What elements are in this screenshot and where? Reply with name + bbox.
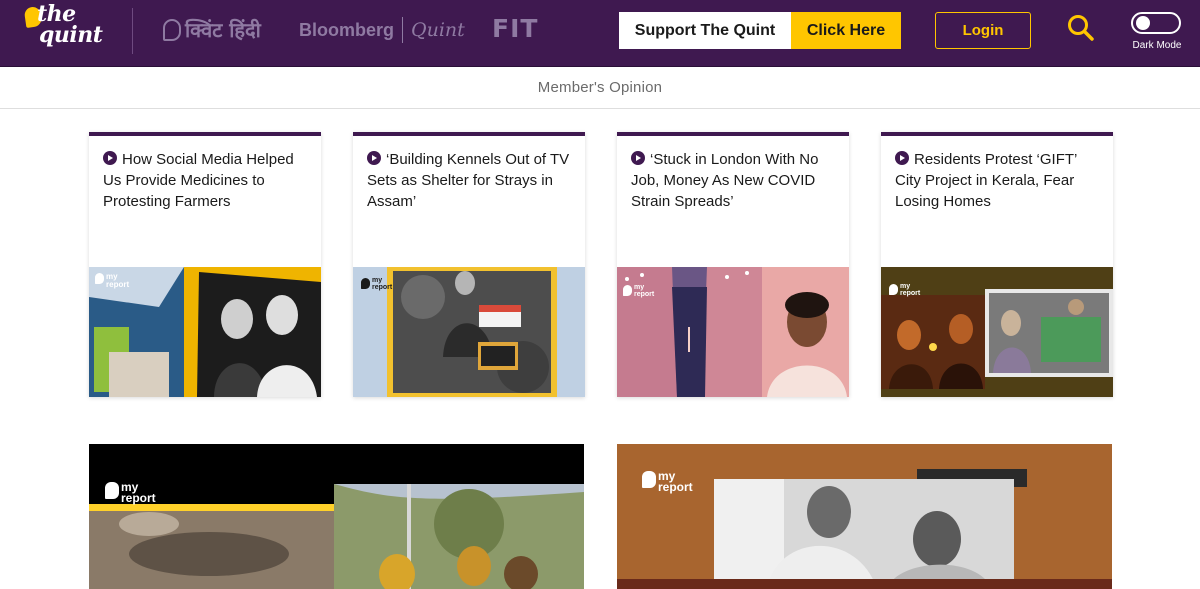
search-icon[interactable] bbox=[1066, 13, 1096, 43]
my-report-badge: my report bbox=[105, 481, 156, 506]
story-thumbnail[interactable]: my report bbox=[617, 267, 849, 397]
my-report-badge: my report bbox=[642, 470, 693, 495]
dark-mode-toggle[interactable] bbox=[1131, 12, 1181, 34]
my-report-bubble-icon bbox=[642, 471, 656, 488]
play-icon bbox=[103, 151, 117, 165]
featured-story-card[interactable]: my report bbox=[617, 444, 1112, 589]
featured-thumbnail-image bbox=[89, 444, 584, 589]
my-report-bubble-icon bbox=[623, 285, 632, 296]
play-icon bbox=[631, 151, 645, 165]
header-divider bbox=[132, 8, 133, 54]
story-card-title[interactable]: Residents Protest ‘GIFT’ City Project in… bbox=[895, 151, 1077, 210]
story-card-title[interactable]: ‘Stuck in London With No Job, Money As N… bbox=[631, 151, 818, 210]
my-report-bubble-icon bbox=[95, 273, 104, 284]
my-report-badge: my report bbox=[361, 277, 393, 291]
login-button[interactable]: Login bbox=[935, 12, 1031, 49]
quint-hindi-label: क्विंट हिंदी bbox=[185, 18, 261, 42]
hindi-logo-icon bbox=[163, 18, 181, 41]
story-card[interactable]: ‘Building Kennels Out of TV Sets as Shel… bbox=[353, 132, 585, 397]
the-quint-logo[interactable]: the quint bbox=[22, 3, 112, 56]
dark-mode-label: Dark Mode bbox=[1132, 40, 1182, 51]
my-report-badge: my report bbox=[889, 283, 921, 297]
my-report-bubble-icon bbox=[361, 278, 370, 289]
my-report-bubble-icon bbox=[105, 482, 119, 499]
logo-text-line2: quint bbox=[39, 22, 103, 48]
story-card[interactable]: How Social Media Helped Us Provide Medic… bbox=[89, 132, 321, 397]
my-report-badge: my report bbox=[95, 273, 129, 288]
story-card-title[interactable]: ‘Building Kennels Out of TV Sets as Shel… bbox=[367, 151, 569, 210]
my-report-badge: my report bbox=[623, 284, 655, 298]
badge-line2: report bbox=[372, 283, 393, 291]
top-header: the quint क्विंट हिंदी Bloomberg Quint F… bbox=[0, 0, 1200, 67]
section-header: Member's Opinion bbox=[0, 67, 1200, 109]
play-icon bbox=[895, 151, 909, 165]
story-thumbnail[interactable]: my report bbox=[353, 267, 585, 397]
story-thumbnail[interactable]: my report bbox=[881, 267, 1113, 397]
my-report-bubble-icon bbox=[889, 284, 898, 295]
badge-line2: report bbox=[634, 290, 655, 298]
fit-label: FIT bbox=[492, 14, 539, 43]
support-the-quint-button[interactable]: Support The Quint bbox=[619, 12, 791, 49]
fit-link[interactable]: FIT bbox=[492, 14, 538, 43]
quint-label: Quint bbox=[411, 19, 465, 41]
featured-thumbnail-image bbox=[617, 444, 1112, 589]
partner-separator bbox=[402, 17, 404, 43]
story-card-title[interactable]: How Social Media Helped Us Provide Medic… bbox=[103, 151, 294, 210]
quint-hindi-link[interactable]: क्विंट हिंदी bbox=[163, 16, 261, 43]
badge-line2: report bbox=[900, 289, 921, 297]
bloomberg-label: Bloomberg bbox=[299, 19, 395, 40]
click-here-button[interactable]: Click Here bbox=[791, 12, 901, 49]
story-card[interactable]: ‘Stuck in London With No Job, Money As N… bbox=[617, 132, 849, 397]
badge-line2: report bbox=[658, 480, 693, 495]
story-card[interactable]: Residents Protest ‘GIFT’ City Project in… bbox=[881, 132, 1113, 397]
toggle-knob bbox=[1136, 16, 1150, 30]
story-thumbnail[interactable]: my report bbox=[89, 267, 321, 397]
bloomberg-quint-link[interactable]: Bloomberg Quint bbox=[299, 17, 465, 43]
badge-line2: report bbox=[121, 491, 156, 506]
play-icon bbox=[367, 151, 381, 165]
badge-line2: report bbox=[106, 279, 130, 289]
featured-story-card[interactable]: my report bbox=[89, 444, 584, 589]
section-title: Member's Opinion bbox=[537, 79, 663, 96]
